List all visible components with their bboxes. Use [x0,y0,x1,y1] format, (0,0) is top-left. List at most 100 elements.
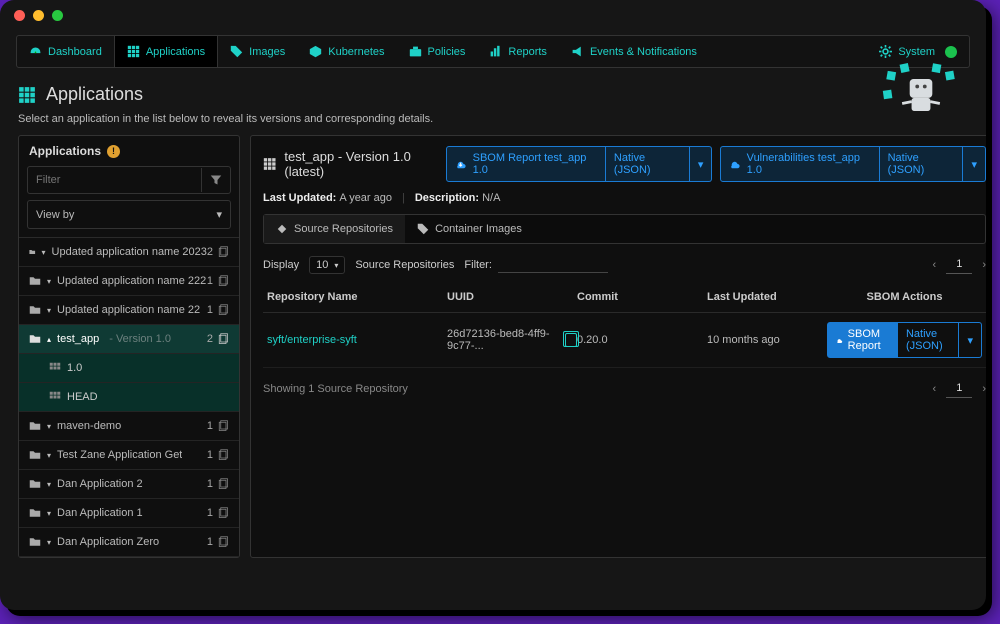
sbom-format-caret[interactable]: ▾ [690,146,713,182]
chart-icon [489,45,502,58]
viewby-select[interactable]: View by ▾ [27,200,231,229]
app-version-row[interactable]: HEAD [19,383,239,412]
grid-icon [18,86,36,104]
app-row[interactable]: ▾Dan Application Zero 1 [19,528,239,557]
cloud-download-icon [455,158,466,170]
briefcase-icon [409,45,422,58]
col-uuid[interactable]: UUID [447,291,577,303]
table-filter-input[interactable] [498,257,608,273]
app-name: Updated application name 2023 [52,246,207,258]
nav-images[interactable]: Images [218,36,297,67]
detail-title: test_app - Version 1.0 (latest) [284,149,446,179]
sbom-report-button[interactable]: SBOM Report test_app 1.0 [446,146,606,182]
col-commit[interactable]: Commit [577,291,707,303]
dashboard-icon [29,45,42,58]
grid-icon [263,157,276,171]
close-dot-icon[interactable] [14,10,25,21]
col-repo[interactable]: Repository Name [267,291,447,303]
top-nav: Dashboard Applications Images Kubernetes… [16,35,970,68]
commit-value: 0.20.0 [577,334,707,346]
warning-icon[interactable]: ! [107,145,120,158]
page-title-text: Applications [46,84,143,105]
nav-label: Events & Notifications [590,46,697,58]
display-count-select[interactable]: 10 ▾ [309,256,345,274]
nav-label: Kubernetes [328,46,384,58]
chevron-down-icon: ▾ [42,248,46,257]
table-row: syft/enterprise-syft 26d72136-bed8-4ff9-… [263,313,986,368]
sidebar-heading: Applications [29,144,101,158]
row-sbom-format[interactable]: Native (JSON) [898,322,959,358]
app-name: test_app [57,333,99,345]
row-sbom-button[interactable]: SBOM Report [827,322,898,358]
nav-dashboard[interactable]: Dashboard [17,36,114,67]
repo-table: Repository Name UUID Commit Last Updated… [263,282,986,368]
bullhorn-icon [571,45,584,58]
app-row[interactable]: ▾ Updated application name 2023 2 [19,238,239,267]
sbom-format-button[interactable]: Native (JSON) [606,146,690,182]
app-version-row[interactable]: 1.0 [19,354,239,383]
nav-label: Reports [508,46,547,58]
status-indicator-icon[interactable] [945,46,957,58]
tab-source-repositories[interactable]: Source Repositories [264,215,405,243]
col-updated[interactable]: Last Updated [707,291,827,303]
nav-events[interactable]: Events & Notifications [559,36,709,67]
app-row[interactable]: ▾Dan Application 2 1 [19,470,239,499]
nav-label: Policies [428,46,466,58]
nav-system[interactable]: System [879,45,935,58]
app-row[interactable]: ▾maven-demo 1 [19,412,239,441]
page-number[interactable]: 1 [946,380,972,398]
zoom-dot-icon[interactable] [52,10,63,21]
nav-label: System [898,46,935,58]
detail-panel: test_app - Version 1.0 (latest) SBOM Rep… [250,135,986,558]
table-footer-text: Showing 1 Source Repository [263,383,408,395]
vuln-format-button[interactable]: Native (JSON) [880,146,964,182]
kube-icon [309,45,322,58]
next-page-button[interactable]: › [982,383,986,395]
repo-link[interactable]: syft/enterprise-syft [267,334,447,346]
pager-bottom: ‹ 1 › [933,380,986,398]
nav-policies[interactable]: Policies [397,36,478,67]
version-name: HEAD [67,391,98,403]
prev-page-button[interactable]: ‹ [933,383,937,395]
gear-icon [879,45,892,58]
version-name: 1.0 [67,362,82,374]
row-sbom-caret[interactable]: ▾ [959,322,982,358]
tab-container-images[interactable]: Container Images [405,215,534,243]
detail-meta: Last Updated: A year ago | Description: … [263,192,986,204]
display-unit: Source Repositories [355,259,454,271]
nav-kubernetes[interactable]: Kubernetes [297,36,396,67]
tag-icon [230,45,243,58]
prev-page-button[interactable]: ‹ [933,259,937,271]
app-row[interactable]: ▾Updated application name 22 1 [19,296,239,325]
app-row[interactable]: ▾Test Zane Application Get 1 [19,441,239,470]
minimize-dot-icon[interactable] [33,10,44,21]
page-title: Applications [18,84,968,105]
filter-input[interactable] [28,167,201,193]
window-titlebar [0,0,986,31]
detail-tabs: Source Repositories Container Images [263,214,986,244]
filter-icon[interactable] [201,168,230,192]
page-number[interactable]: 1 [946,256,972,274]
cloud-download-icon [729,158,740,170]
nav-reports[interactable]: Reports [477,36,559,67]
vuln-report-button[interactable]: Vulnerabilities test_app 1.0 [720,146,879,182]
chevron-down-icon: ▾ [698,158,704,171]
app-row[interactable]: ▾Dan Application 1 1 [19,499,239,528]
nav-applications[interactable]: Applications [114,36,218,67]
app-count: 2 [207,246,213,258]
app-row-selected[interactable]: ▴test_app- Version 1.0 2 [19,325,239,354]
app-name: Updated application name 222 [57,275,206,287]
sbom-report-group: SBOM Report test_app 1.0 Native (JSON) ▾ [446,146,712,182]
next-page-button[interactable]: › [982,259,986,271]
sidebar-filter[interactable] [27,166,231,194]
nav-label: Applications [146,46,205,58]
applications-sidebar: Applications ! View by ▾ ▾Updated applic… [18,135,240,558]
uuid-value: 26d72136-bed8-4ff9-9c77-... [447,328,557,352]
app-row[interactable]: ▾Updated application name 222 1 [19,267,239,296]
pager-top: ‹ 1 › [933,256,986,274]
table-filter-label: Filter: [464,259,492,271]
col-actions: SBOM Actions [827,291,982,303]
copy-icon[interactable] [565,333,577,347]
vuln-format-caret[interactable]: ▾ [963,146,986,182]
nav-label: Dashboard [48,46,102,58]
